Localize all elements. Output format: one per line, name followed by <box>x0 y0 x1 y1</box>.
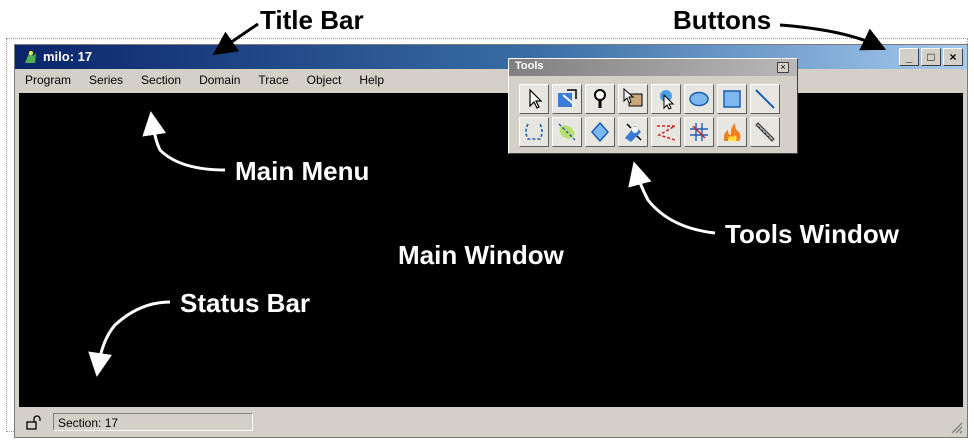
callout-title-bar: Title Bar <box>260 5 364 35</box>
maximize-button[interactable]: □ <box>921 48 941 66</box>
magnify-icon <box>594 89 606 108</box>
callout-main-menu: Main Menu <box>235 156 370 186</box>
wildfire-icon <box>590 121 610 143</box>
callout-main-window: Main Window <box>398 240 564 270</box>
minimize-button[interactable]: _ <box>899 48 919 66</box>
tool-grid <box>519 84 780 147</box>
resize-grip-icon[interactable] <box>949 420 963 434</box>
tool-pan-zoom[interactable] <box>552 84 582 114</box>
callout-tools-window: Tools Window <box>725 219 900 249</box>
tool-line[interactable] <box>750 84 780 114</box>
ruler-icon <box>755 122 775 142</box>
title-bar[interactable]: milo: 17 _ □ × <box>15 45 967 69</box>
tool-rectangle[interactable] <box>717 84 747 114</box>
callout-buttons: Buttons <box>673 5 772 35</box>
tool-polyline[interactable] <box>519 117 549 147</box>
window-buttons: _ □ × <box>899 48 963 66</box>
scissor-icon <box>657 125 678 141</box>
app-icon <box>25 51 36 63</box>
tools-title: Tools <box>515 60 544 72</box>
status-bar: Section: 17 <box>15 409 967 437</box>
tool-domain-select[interactable] <box>618 84 648 114</box>
cross-icon <box>690 123 708 141</box>
tool-wildfire[interactable] <box>585 117 615 147</box>
pan-zoom-icon <box>558 89 577 107</box>
grab-icon <box>625 123 642 142</box>
rectangle-icon <box>723 90 741 108</box>
tool-cross[interactable] <box>684 117 714 147</box>
unlock-icon[interactable] <box>25 415 41 431</box>
menu-program[interactable]: Program <box>15 73 79 87</box>
tool-magnify[interactable] <box>585 84 615 114</box>
closed-trace-icon <box>558 123 576 141</box>
tool-trace-select[interactable] <box>651 84 681 114</box>
trace-select-icon <box>660 90 675 110</box>
fire-icon <box>723 123 741 141</box>
menu-section[interactable]: Section <box>131 73 189 87</box>
tool-ellipse[interactable] <box>684 84 714 114</box>
window-title: milo: 17 <box>43 49 93 64</box>
menu-help[interactable]: Help <box>349 73 392 87</box>
menu-domain[interactable]: Domain <box>189 73 248 87</box>
tool-ruler[interactable] <box>750 117 780 147</box>
tool-fire[interactable] <box>717 117 747 147</box>
menu-object[interactable]: Object <box>297 73 350 87</box>
menu-series[interactable]: Series <box>79 73 131 87</box>
pointer-icon <box>529 88 543 109</box>
menu-trace[interactable]: Trace <box>248 73 296 87</box>
line-icon <box>755 89 775 109</box>
tools-window: Tools × <box>508 58 798 154</box>
tool-grab[interactable] <box>618 117 648 147</box>
tools-close-button[interactable]: × <box>777 62 789 73</box>
tool-closed-trace[interactable] <box>552 117 582 147</box>
polyline-icon <box>525 123 543 140</box>
tool-scissor[interactable] <box>651 117 681 147</box>
domain-select-icon <box>623 87 643 107</box>
close-button[interactable]: × <box>943 48 963 66</box>
tools-title-bar[interactable]: Tools × <box>509 59 797 76</box>
status-section: Section: 17 <box>53 413 253 431</box>
ellipse-icon <box>689 91 709 107</box>
tool-pointer[interactable] <box>519 84 549 114</box>
main-menu: Program Series Section Domain Trace Obje… <box>15 69 967 91</box>
callout-status-bar: Status Bar <box>180 288 311 318</box>
